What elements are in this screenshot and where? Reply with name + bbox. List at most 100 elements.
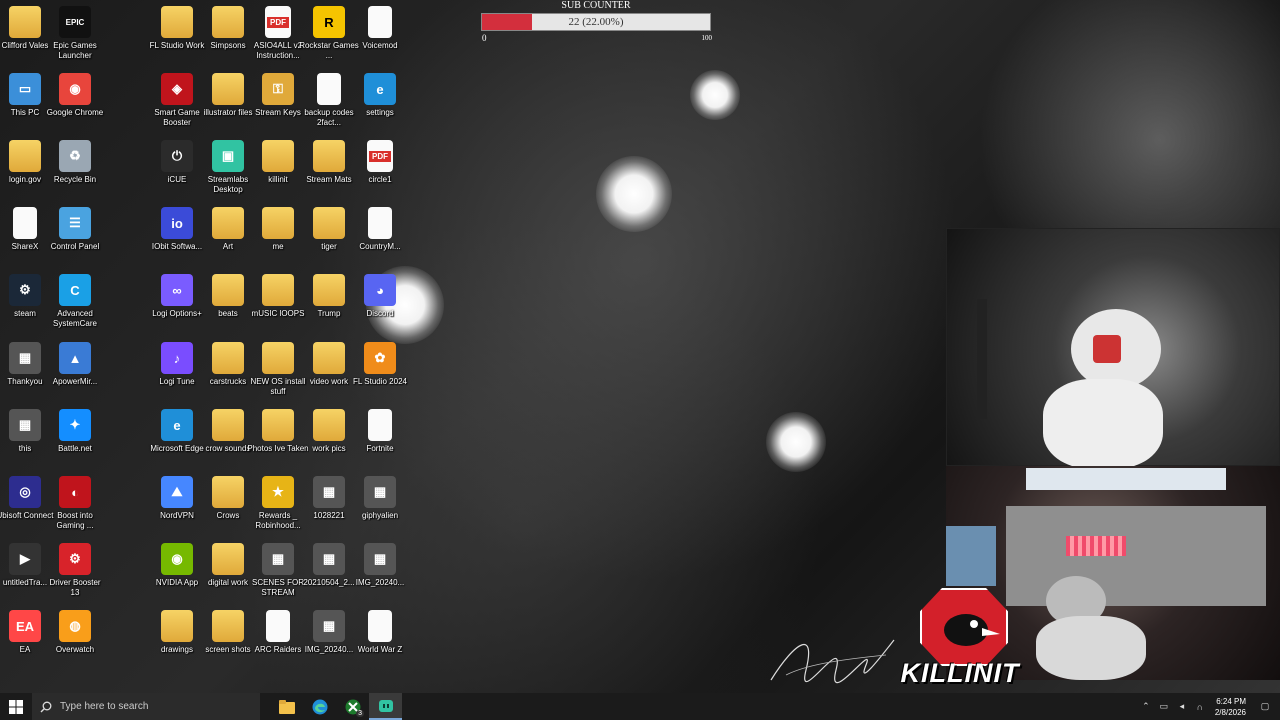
start-button[interactable] [0, 693, 32, 720]
epic-games-icon: EPIC [59, 6, 91, 38]
taskbar-clock[interactable]: 6:24 PM 2/8/2026 [1209, 696, 1256, 718]
desktop-icon[interactable]: ◕ Discord [355, 274, 405, 319]
desktop-icon[interactable]: mUSIC lOOPS [252, 274, 304, 319]
desktop-icon[interactable]: Clifford Vales [0, 6, 50, 51]
desktop-icon[interactable]: ◉ NVIDIA App [152, 543, 202, 588]
headset-icon[interactable]: ∩ [1193, 700, 1207, 714]
desktop-icon[interactable]: PDF circle1 [355, 140, 405, 185]
desktop-icon[interactable]: work pics [304, 409, 354, 454]
desktop-icon-label: CountryM... [359, 242, 401, 251]
desktop-icon[interactable]: Simpsons [203, 6, 253, 51]
taskbar-streamlabs[interactable] [369, 693, 402, 720]
control-panel-icon: ☰ [59, 207, 91, 239]
desktop-icon[interactable]: ▦ SCENES FOR STREAM [252, 543, 304, 598]
desktop-icon[interactable]: crow sounds [203, 409, 253, 454]
desktop-icon[interactable]: ⚙ Driver Booster 13 [49, 543, 101, 598]
desktop-icon[interactable]: ⏻ iCUE [152, 140, 202, 185]
desktop-icon[interactable]: ▣ Streamlabs Desktop [203, 140, 253, 195]
chevron-up-icon[interactable]: ⌃ [1139, 700, 1153, 714]
taskbar-xbox[interactable]: 3 [336, 693, 369, 720]
desktop-icon[interactable]: Art [203, 207, 253, 252]
desktop-icon[interactable]: ▦ IMG_20240... [304, 610, 354, 655]
desktop-icon[interactable]: ShareX [0, 207, 50, 252]
desktop-icon[interactable]: e settings [355, 73, 405, 118]
desktop-icon[interactable]: ▦ this [0, 409, 50, 454]
desktop-icon[interactable]: video work [304, 342, 354, 387]
desktop-icon[interactable]: ✦ Battle.net [50, 409, 100, 454]
desktop-icon[interactable]: tiger [304, 207, 354, 252]
desktop-icon[interactable]: Photos Ive Taken [247, 409, 309, 454]
desktop-icon[interactable]: ▦ IMG_20240... [355, 543, 405, 588]
desktop-icon[interactable]: ∞ Logi Options+ [152, 274, 202, 319]
desktop-icon-label: Battle.net [58, 444, 92, 453]
desktop-icon[interactable]: ▦ giphyalien [355, 476, 405, 521]
desktop-icon[interactable]: NEW OS install stuff [250, 342, 306, 397]
taskbar-file-explorer[interactable] [270, 693, 303, 720]
taskbar-search-box[interactable]: Type here to search [32, 693, 260, 720]
taskbar-edge[interactable] [303, 693, 336, 720]
apowermirror-icon: ▲ [59, 342, 91, 374]
folder-icon [9, 6, 41, 38]
desktop-icon[interactable]: ✿ FL Studio 2024 [353, 342, 407, 387]
desktop-icon[interactable]: ☰ Control Panel [50, 207, 100, 252]
desktop-icon[interactable]: illustrator files [203, 73, 253, 118]
webcam-feed-top [946, 228, 1280, 469]
glowing-eye-orb [596, 156, 672, 232]
desktop-icon[interactable]: World War Z [355, 610, 405, 655]
desktop-icon[interactable]: backup codes 2fact... [304, 73, 354, 128]
desktop-icon[interactable]: R Rockstar Games ... [299, 6, 359, 61]
desktop-icon[interactable]: ▦ 1028221 [304, 476, 354, 521]
desktop-icon[interactable]: EA EA [0, 610, 50, 655]
desktop-icon[interactable]: Voicemod [355, 6, 405, 51]
file-icon [368, 6, 392, 38]
logi-icon: ∞ [161, 274, 193, 306]
desktop-icon[interactable]: ARC Raiders [253, 610, 303, 655]
laptop [946, 526, 996, 586]
desktop-icon[interactable]: CountryM... [355, 207, 405, 252]
desktop-icon[interactable]: digital work [203, 543, 253, 588]
desktop-icon[interactable]: ⛰ NordVPN [152, 476, 202, 521]
desktop-icon[interactable]: ▶ untitledTra... [0, 543, 50, 588]
desktop-icon[interactable]: FL Studio Work [150, 6, 204, 51]
desktop-icon[interactable]: e Microsoft Edge [150, 409, 204, 454]
desktop-icon[interactable]: carstrucks [203, 342, 253, 387]
desktop-icon-label: Control Panel [50, 242, 100, 251]
glowing-eye-orb [690, 70, 740, 120]
desktop-icon-label: Voicemod [362, 41, 398, 50]
desktop-icon[interactable]: ▦ Thankyou [0, 342, 50, 387]
speaker-icon[interactable]: ◂ [1175, 700, 1189, 714]
desktop-icon[interactable]: ◈ Smart Game Booster [152, 73, 202, 128]
notification-icon[interactable]: ▢ [1258, 700, 1272, 714]
desktop-icon[interactable]: ⚿ Stream Keys [253, 73, 303, 118]
desktop-icon[interactable]: Crows [203, 476, 253, 521]
desktop-icon[interactable]: me [253, 207, 303, 252]
desktop-icon[interactable]: C Advanced SystemCare [50, 274, 100, 329]
desktop-icon[interactable]: killinit [253, 140, 303, 185]
desktop-icon[interactable]: Stream Mats [304, 140, 354, 185]
desktop-icon[interactable]: ◍ Overwatch [50, 610, 100, 655]
desktop-icon[interactable]: EPIC Epic Games Launcher [50, 6, 100, 61]
desktop-icon[interactable]: ◐ Boost into Gaming ... [50, 476, 100, 531]
desktop-icon[interactable]: drawings [152, 610, 202, 655]
desktop-icon[interactable]: login.gov [0, 140, 50, 185]
desktop-icon[interactable]: ▭ This PC [0, 73, 50, 118]
image-icon: ▦ [313, 543, 345, 575]
folder-icon [161, 6, 193, 38]
desktop-icon[interactable]: beats [203, 274, 253, 319]
desktop-icon[interactable]: ★ Rewards _ Robinhood... [253, 476, 303, 531]
desktop-icon[interactable]: ◎ Ubisoft Connect [0, 476, 53, 521]
desktop-icon[interactable]: ▲ ApowerMir... [50, 342, 100, 387]
network-icon[interactable]: ▭ [1157, 700, 1171, 714]
desktop-icon[interactable]: io IObit Softwa... [152, 207, 202, 252]
desktop-icon[interactable]: Trump [304, 274, 354, 319]
desktop-icon[interactable]: Fortnite [355, 409, 405, 454]
desktop-icon[interactable]: PDF ASIO4ALL v2 Instruction... [253, 6, 303, 61]
desktop-icon[interactable]: ⚙ steam [0, 274, 50, 319]
desktop-icon[interactable]: ◉ Google Chrome [47, 73, 103, 118]
person-shirt [1036, 616, 1146, 680]
desktop-icon[interactable]: ♻ Recycle Bin [50, 140, 100, 185]
desktop-icon[interactable]: screen shots [203, 610, 253, 655]
desktop-icon[interactable]: ♪ Logi Tune [152, 342, 202, 387]
desktop-icon-label: Overwatch [55, 645, 95, 654]
desktop-icon[interactable]: ▦ 20210504_2... [303, 543, 355, 588]
